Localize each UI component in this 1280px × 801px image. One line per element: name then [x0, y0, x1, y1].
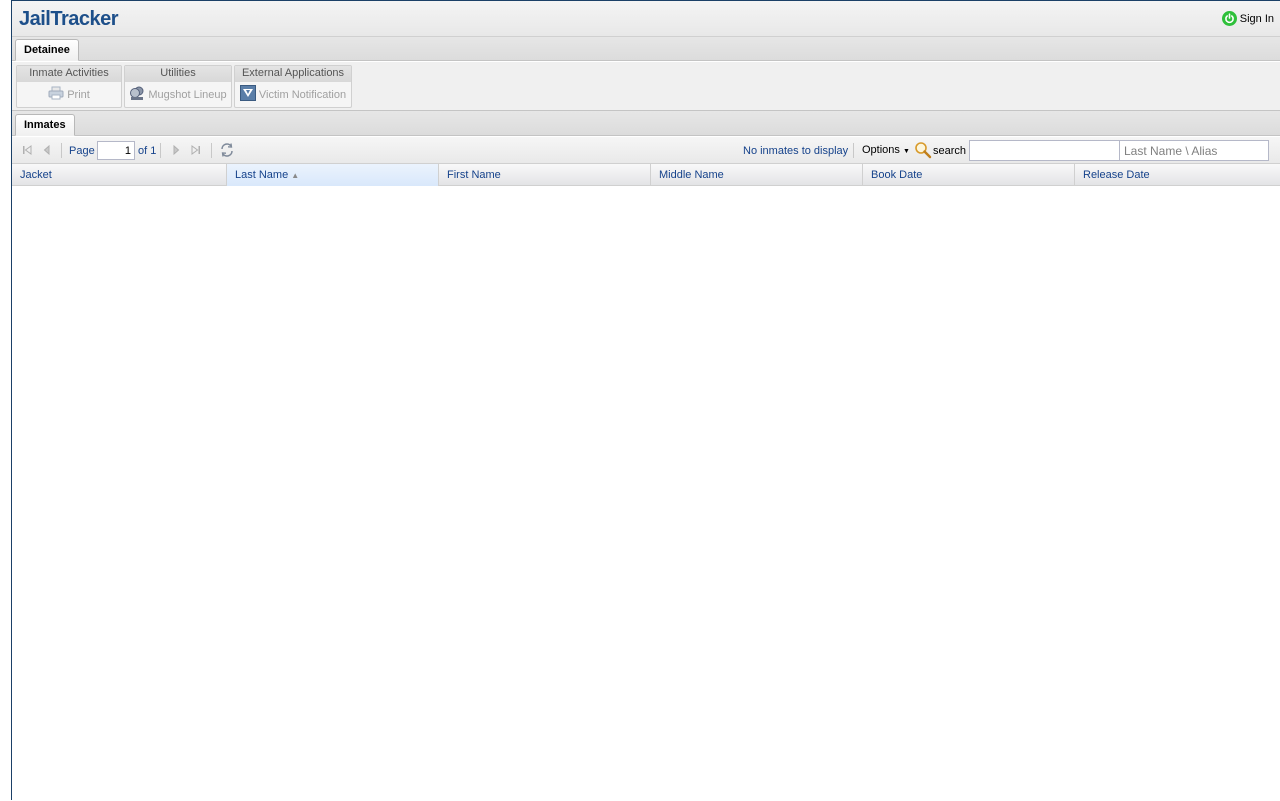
- victim-notification-label: Victim Notification: [258, 88, 347, 101]
- refresh-icon[interactable]: [219, 142, 235, 158]
- first-page-icon[interactable]: [20, 143, 34, 157]
- column-header-middle-name[interactable]: Middle Name: [651, 164, 863, 186]
- page-count-label: of 1: [138, 145, 157, 157]
- victim-notification-button[interactable]: Victim Notification: [235, 82, 351, 107]
- utilities-group: Utilities Mugshot Lineup: [124, 65, 232, 108]
- previous-page-icon[interactable]: [40, 143, 54, 157]
- sort-ascending-icon: ▲: [291, 171, 300, 180]
- paging-status: No inmates to display: [743, 145, 849, 157]
- mugshot-icon: [129, 85, 145, 104]
- inmates-grid-header: Jacket Last Name ▲ First Name Middle Name…: [12, 164, 1280, 186]
- app-header: JailTracker Sign In: [12, 1, 1280, 37]
- page-frame: JailTracker Sign In Detainee Inmate Acti…: [0, 0, 1280, 801]
- ribbon-toolbar: Inmate Activities Print Utilities Mugsho…: [12, 62, 1280, 111]
- sign-in-label: Sign In: [1239, 12, 1274, 25]
- search-label: search: [933, 145, 967, 157]
- last-name-alias-input[interactable]: [1119, 140, 1269, 161]
- inmates-grid-body: [12, 186, 1280, 801]
- chevron-down-icon: ▼: [902, 148, 910, 155]
- paging-toolbar: Page of 1 No inmates to display: [12, 137, 1280, 164]
- sign-in-button[interactable]: Sign In: [1221, 11, 1274, 26]
- mugshot-lineup-button[interactable]: Mugshot Lineup: [125, 82, 231, 107]
- column-header-last-name[interactable]: Last Name ▲: [227, 164, 439, 186]
- tab-inmates[interactable]: Inmates: [15, 114, 75, 136]
- external-applications-title: External Applications: [235, 66, 351, 82]
- printer-icon: [48, 86, 64, 103]
- inmate-activities-group: Inmate Activities Print: [16, 65, 122, 108]
- main-tab-strip: Detainee: [12, 37, 1280, 61]
- tab-detainee[interactable]: Detainee: [15, 39, 79, 61]
- search-icon[interactable]: [914, 141, 932, 159]
- inmates-tab-strip: Inmates: [12, 111, 1280, 136]
- power-icon: [1221, 11, 1237, 26]
- column-header-jacket[interactable]: Jacket: [12, 164, 227, 186]
- page-label: Page: [69, 145, 95, 157]
- pager-separator: [853, 143, 854, 158]
- external-applications-group: External Applications Victim Notificatio…: [234, 65, 352, 108]
- column-header-release-date[interactable]: Release Date: [1075, 164, 1280, 186]
- last-page-icon[interactable]: [189, 143, 203, 157]
- victim-notification-icon: [239, 85, 256, 104]
- mugshot-lineup-label: Mugshot Lineup: [148, 88, 227, 101]
- next-page-icon[interactable]: [169, 143, 183, 157]
- app-window: JailTracker Sign In Detainee Inmate Acti…: [11, 0, 1280, 801]
- jailtracker-logo: JailTracker: [19, 8, 119, 30]
- utilities-title: Utilities: [125, 66, 231, 82]
- column-header-book-date[interactable]: Book Date: [863, 164, 1075, 186]
- search-input[interactable]: [969, 140, 1120, 161]
- pager-separator: [160, 143, 161, 158]
- print-button[interactable]: Print: [17, 82, 121, 107]
- print-label: Print: [67, 88, 90, 101]
- options-label: Options: [862, 144, 900, 156]
- column-header-first-name[interactable]: First Name: [439, 164, 651, 186]
- pager-separator: [211, 143, 212, 158]
- inmate-activities-title: Inmate Activities: [17, 66, 121, 82]
- page-number-input[interactable]: [97, 141, 135, 160]
- last-name-header-label: Last Name: [235, 169, 289, 181]
- pager-separator: [61, 143, 62, 158]
- options-menu-button[interactable]: Options ▼: [862, 144, 910, 156]
